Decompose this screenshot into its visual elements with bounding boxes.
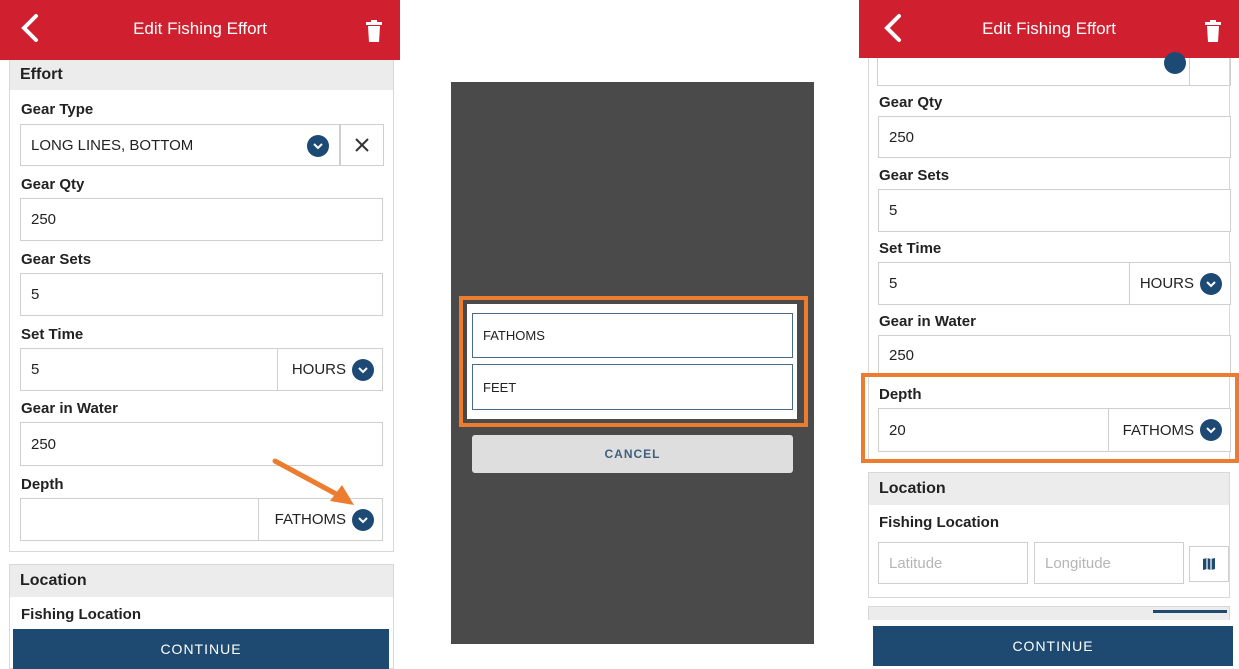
close-icon (355, 138, 369, 152)
gear-qty-label: Gear Qty (21, 176, 85, 193)
annotation-arrow-icon (272, 458, 354, 505)
set-time-unit-select[interactable]: HOURS (277, 348, 383, 391)
highlight-options-frame (459, 296, 808, 427)
set-time-unit-select[interactable]: HOURS (1129, 262, 1231, 305)
middle-screen: FATHOMS FEET CANCEL (451, 82, 814, 644)
chevron-down-icon (352, 508, 374, 531)
depth-label: Depth (21, 476, 64, 493)
left-screen: Edit Fishing Effort Effort Gear Type LON… (0, 0, 400, 669)
map-button[interactable] (1189, 546, 1229, 582)
cancel-button[interactable]: CANCEL (472, 435, 793, 473)
gear-type-label: Gear Type (21, 101, 94, 118)
gear-in-water-label: Gear in Water (21, 400, 118, 417)
right-screen: Edit Fishing Effort Gear Qty 250 Gear Se… (859, 0, 1239, 669)
section-effort: Effort (10, 60, 393, 90)
gear-in-water-label: Gear in Water (879, 313, 976, 330)
chevron-down-icon (352, 358, 374, 381)
gear-sets-label: Gear Sets (21, 251, 92, 268)
page-title: Edit Fishing Effort (133, 19, 267, 38)
trash-icon[interactable] (366, 20, 382, 42)
set-time-unit-value: HOURS (1139, 275, 1194, 292)
gear-in-water-input[interactable]: 250 (878, 335, 1231, 375)
depth-input[interactable] (20, 498, 259, 541)
cancel-label: CANCEL (604, 447, 661, 461)
set-time-input[interactable]: 5 (20, 348, 278, 391)
continue-button[interactable]: CONTINUE (873, 626, 1233, 666)
gear-sets-input[interactable]: 5 (20, 273, 383, 316)
gear-type-select[interactable]: LONG LINES, BOTTOM (20, 124, 340, 166)
gear-qty-input[interactable]: 250 (20, 198, 383, 241)
map-icon (1203, 558, 1215, 570)
fishing-location-label: Fishing Location (879, 514, 999, 531)
partial-button (1153, 610, 1227, 613)
gear-type-value: LONG LINES, BOTTOM (31, 136, 194, 154)
set-time-label: Set Time (21, 326, 84, 343)
longitude-input[interactable]: Longitude (1034, 542, 1184, 584)
depth-unit-value: FATHOMS (274, 511, 346, 528)
section-location: Location (869, 473, 1229, 505)
section-location: Location (10, 565, 393, 597)
clear-gear-type-button[interactable] (340, 124, 384, 166)
set-time-unit-value: HOURS (291, 361, 346, 378)
longitude-placeholder: Longitude (1045, 554, 1111, 572)
highlight-depth-frame (861, 373, 1239, 463)
header-bar: Edit Fishing Effort (859, 0, 1239, 58)
gear-sets-label: Gear Sets (879, 167, 950, 184)
gear-qty-input[interactable]: 250 (878, 116, 1231, 158)
trash-icon[interactable] (1205, 20, 1221, 42)
gear-qty-label: Gear Qty (879, 94, 943, 111)
chevron-down-icon (1200, 272, 1222, 295)
page-title: Edit Fishing Effort (982, 19, 1116, 38)
chevron-down-icon[interactable] (307, 135, 329, 157)
latitude-placeholder: Latitude (889, 554, 943, 572)
set-time-label: Set Time (879, 240, 942, 257)
set-time-input[interactable]: 5 (878, 262, 1130, 305)
fishing-location-label: Fishing Location (21, 606, 141, 623)
gear-sets-input[interactable]: 5 (878, 189, 1231, 232)
header-bar: Edit Fishing Effort (0, 0, 400, 60)
next-section-partial (868, 606, 1230, 620)
continue-button[interactable]: CONTINUE (13, 629, 389, 669)
latitude-input[interactable]: Latitude (878, 542, 1028, 584)
